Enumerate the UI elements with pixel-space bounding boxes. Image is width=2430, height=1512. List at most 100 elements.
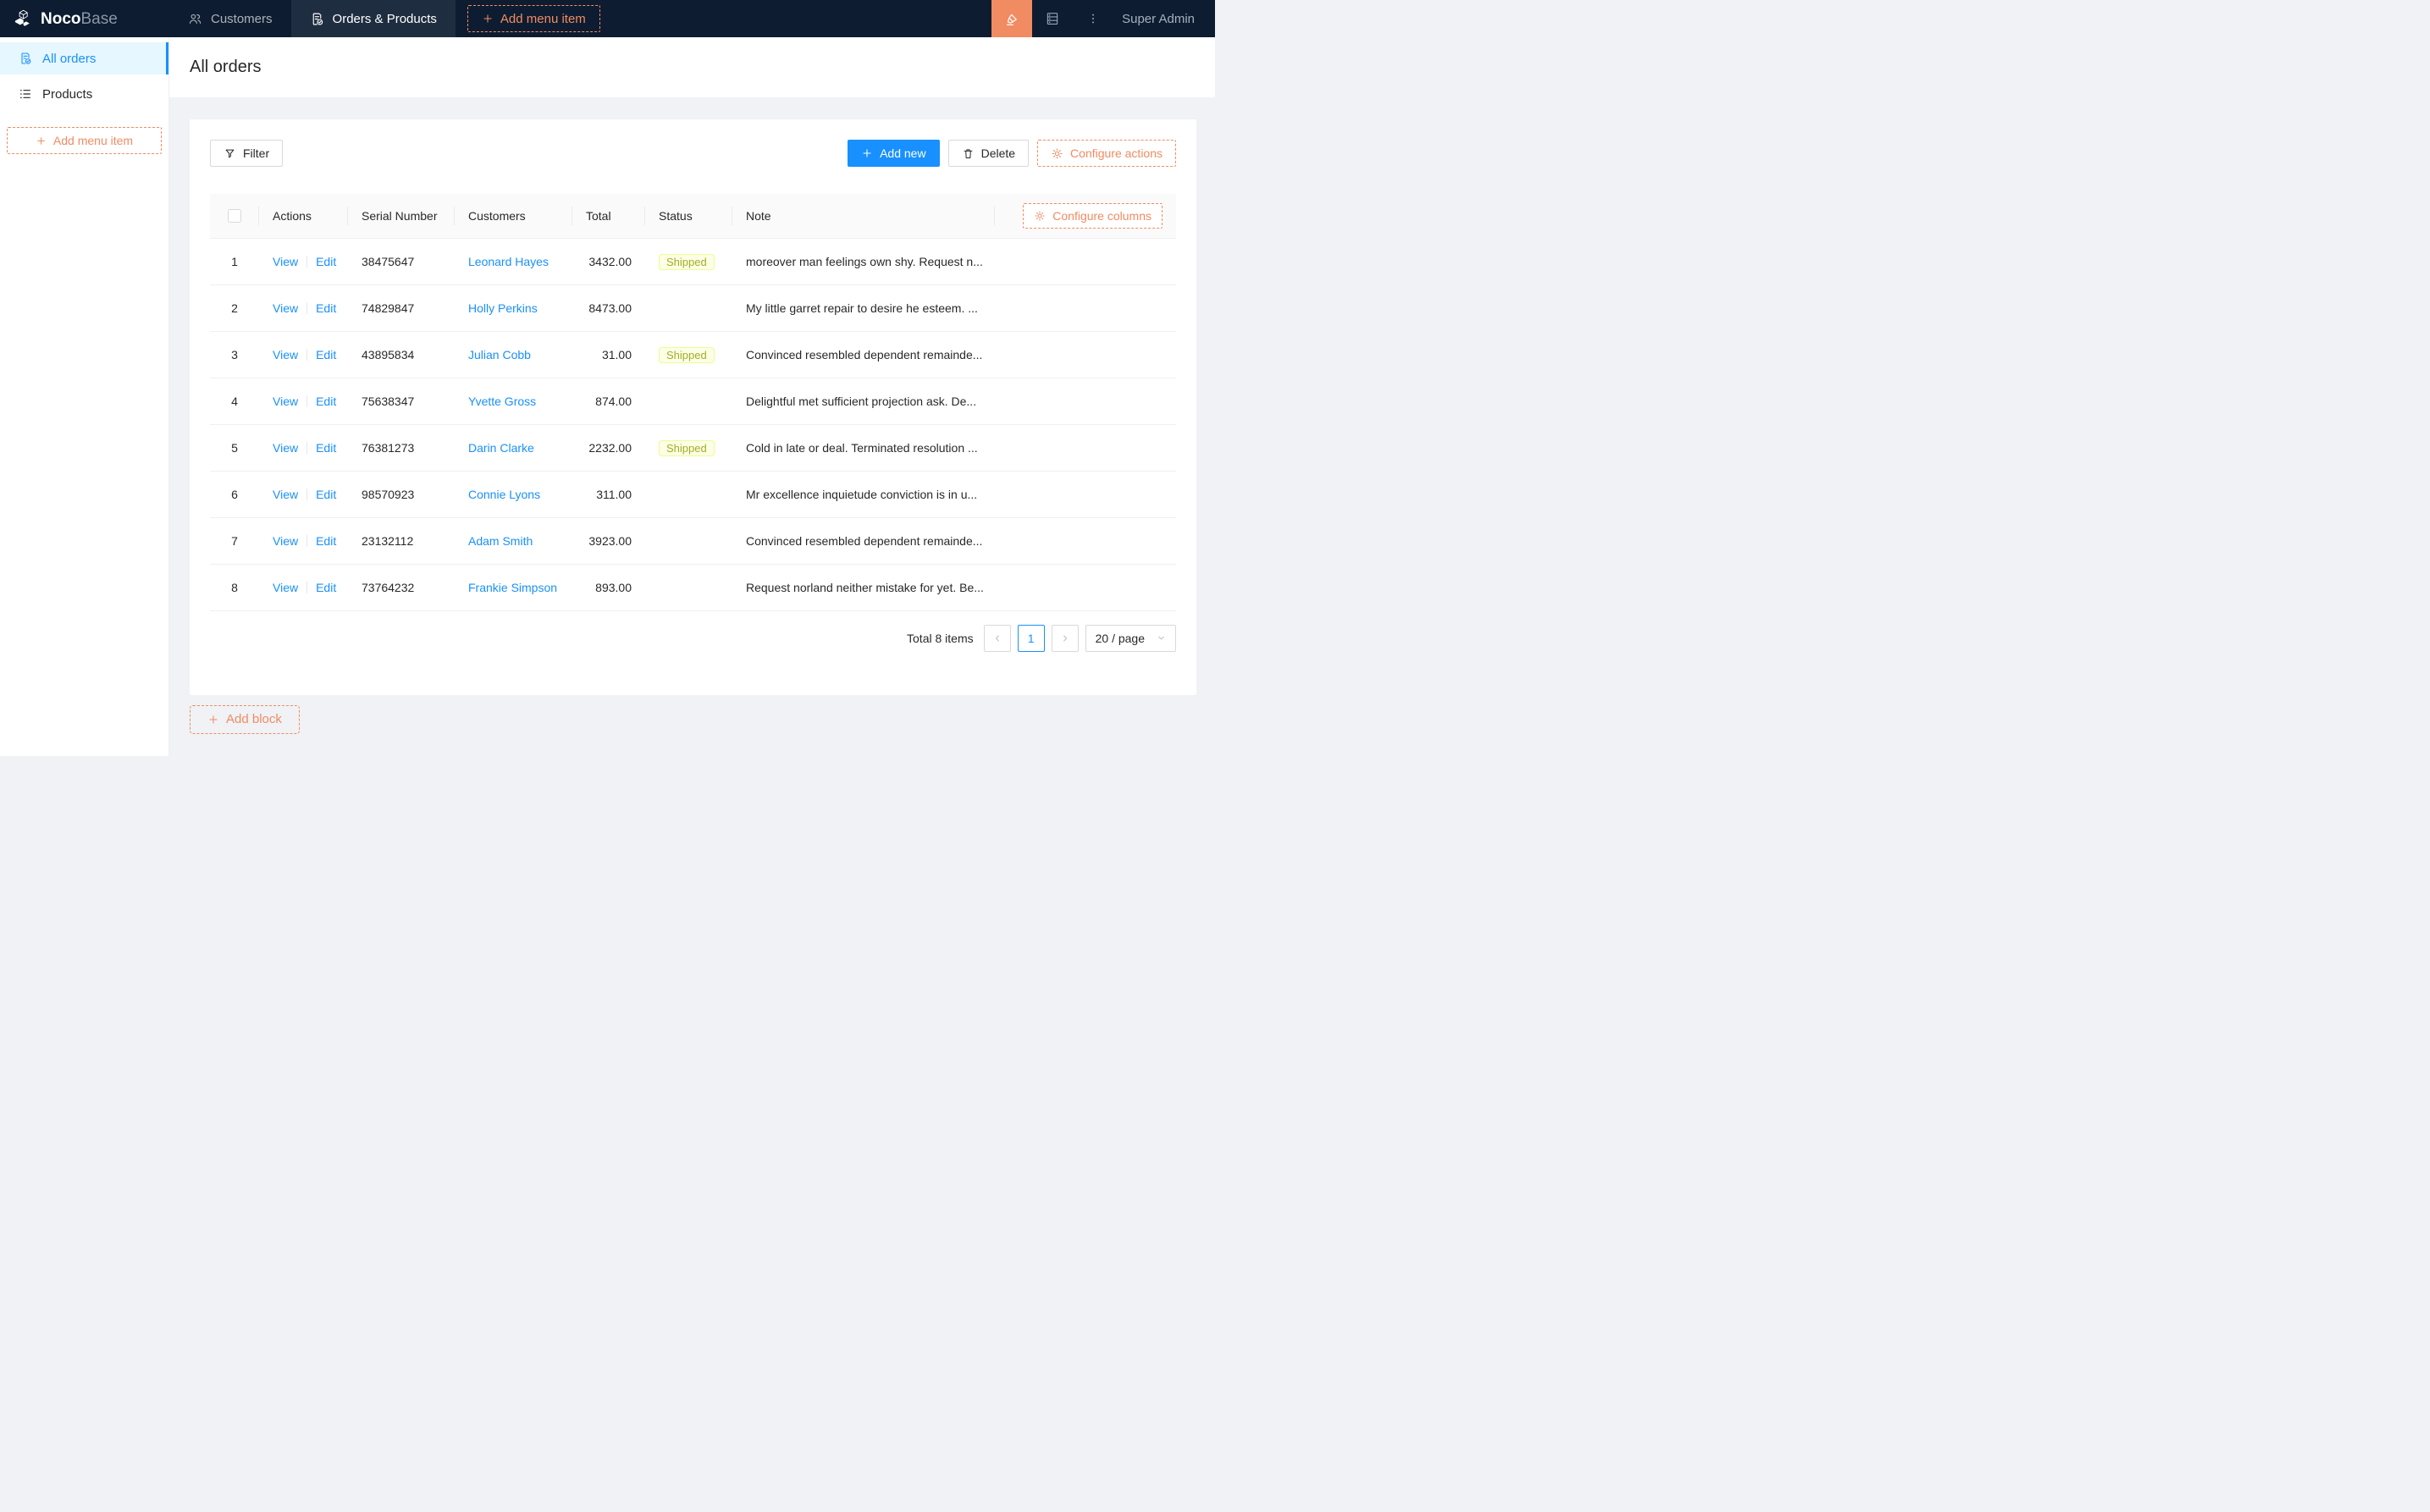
view-link[interactable]: View: [273, 301, 298, 315]
chevron-right-icon: [1063, 634, 1067, 642]
configure-actions-button[interactable]: Configure actions: [1037, 140, 1176, 167]
column-header-serial-number: Serial Number: [348, 194, 455, 239]
file-done-icon: [312, 13, 323, 25]
customer-link[interactable]: Leonard Hayes: [468, 255, 549, 268]
status-cell: Shipped: [645, 238, 732, 285]
edit-link[interactable]: Edit: [316, 534, 336, 548]
total-cell: 893.00: [572, 564, 645, 611]
configure-columns-button[interactable]: Configure columns: [1023, 202, 1163, 229]
view-link[interactable]: View: [273, 581, 298, 594]
column-header-configure: Configure columns: [995, 194, 1176, 239]
tab-label: Customers: [211, 11, 273, 26]
add-block-button[interactable]: Add block: [190, 704, 300, 734]
view-link[interactable]: View: [273, 441, 298, 455]
table-row: 8 View Edit 73764232 Frankie Simpson 893.00 Re…: [210, 564, 1176, 611]
serial-number-cell: 43895834: [348, 331, 455, 378]
edit-link[interactable]: Edit: [316, 348, 336, 361]
tab-label: Orders & Products: [332, 11, 437, 26]
add-menu-item-sidebar-button[interactable]: Add menu item: [7, 127, 162, 154]
add-menu-item-top-button[interactable]: Add menu item: [467, 5, 600, 32]
select-all-checkbox[interactable]: [228, 209, 241, 223]
status-cell: [645, 284, 732, 332]
customer-link[interactable]: Frankie Simpson: [468, 581, 557, 594]
database-icon: [1047, 13, 1058, 25]
view-link[interactable]: View: [273, 395, 298, 408]
ui-editor-button[interactable]: [991, 0, 1033, 37]
next-page-button[interactable]: [1051, 624, 1079, 652]
customer-link[interactable]: Holly Perkins: [468, 301, 538, 315]
edit-link[interactable]: Edit: [316, 488, 336, 501]
plus-icon: [483, 14, 492, 23]
note-cell: Delightful met sufficient projection ask…: [732, 378, 995, 425]
tab-orders-products[interactable]: Orders & Products: [290, 0, 456, 37]
view-link[interactable]: View: [273, 534, 298, 548]
main-layout: All orders Products Add menu item All or…: [0, 37, 1215, 756]
edit-link[interactable]: Edit: [316, 581, 336, 594]
filter-button[interactable]: Filter: [210, 140, 284, 167]
orders-table-block: Filter Add new Delete Configure actions …: [190, 119, 1196, 695]
spacer-cell: [995, 378, 1176, 425]
add-new-button[interactable]: Add new: [848, 140, 940, 167]
table-toolbar: Filter Add new Delete Configure actions: [210, 140, 1176, 167]
sidebar-item-all-orders[interactable]: All orders: [0, 42, 168, 74]
page-1-button[interactable]: 1: [1017, 624, 1045, 652]
user-menu[interactable]: Super Admin: [1113, 0, 1215, 37]
serial-number-cell: 74829847: [348, 284, 455, 332]
customer-link[interactable]: Julian Cobb: [468, 348, 531, 361]
header-actions: Super Admin: [991, 0, 1215, 37]
edit-link[interactable]: Edit: [316, 395, 336, 408]
plus-icon: [209, 715, 218, 724]
row-index: 1: [210, 238, 259, 285]
table-row: 4 View Edit 75638347 Yvette Gross 874.00 Delig…: [210, 378, 1176, 425]
plugin-settings-button[interactable]: [1032, 0, 1073, 37]
row-actions: View Edit: [259, 238, 348, 285]
filter-icon: [225, 149, 235, 157]
customer-link[interactable]: Yvette Gross: [468, 395, 536, 408]
app-logo[interactable]: NocoBase: [0, 0, 169, 37]
tab-customers[interactable]: Customers: [169, 0, 291, 37]
sidebar: All orders Products Add menu item: [0, 37, 169, 756]
toolbar-actions: Add new Delete Configure actions: [848, 140, 1176, 167]
delete-button[interactable]: Delete: [947, 140, 1030, 167]
orders-tbody: 1 View Edit 38475647 Leonard Hayes 3432.00 Shi…: [210, 238, 1176, 611]
serial-number-cell: 98570923: [348, 471, 455, 518]
more-actions-button[interactable]: [1073, 0, 1113, 37]
total-cell: 311.00: [572, 471, 645, 518]
view-link[interactable]: View: [273, 488, 298, 501]
sidebar-item-products[interactable]: Products: [0, 78, 168, 110]
table-row: 2 View Edit 74829847 Holly Perkins 8473.00 My …: [210, 284, 1176, 332]
edit-link[interactable]: Edit: [316, 441, 336, 455]
table-row: 5 View Edit 76381273 Darin Clarke 2232.00 Ship…: [210, 424, 1176, 472]
customer-cell: Julian Cobb: [455, 331, 572, 378]
total-cell: 874.00: [572, 378, 645, 425]
note-cell: moreover man feelings own shy. Request n…: [732, 238, 995, 285]
status-cell: [645, 517, 732, 565]
edit-link[interactable]: Edit: [316, 255, 336, 268]
row-index: 2: [210, 284, 259, 332]
status-badge: Shipped: [659, 253, 715, 270]
row-actions: View Edit: [259, 424, 348, 472]
sidebar-item-label: Products: [42, 86, 93, 102]
previous-page-button[interactable]: [983, 624, 1011, 652]
row-index: 7: [210, 517, 259, 565]
file-done-icon: [21, 52, 31, 64]
customer-link[interactable]: Adam Smith: [468, 534, 533, 548]
team-icon: [189, 14, 202, 24]
spacer-cell: [995, 284, 1176, 332]
customer-link[interactable]: Connie Lyons: [468, 488, 540, 501]
edit-link[interactable]: Edit: [316, 301, 336, 315]
note-cell: Convinced resembled dependent remainde..…: [732, 517, 995, 565]
view-link[interactable]: View: [273, 348, 298, 361]
status-cell: [645, 564, 732, 611]
row-actions: View Edit: [259, 517, 348, 565]
note-cell: Cold in late or deal. Terminated resolut…: [732, 424, 995, 472]
row-actions: View Edit: [259, 471, 348, 518]
view-link[interactable]: View: [273, 255, 298, 268]
table-row: 6 View Edit 98570923 Connie Lyons 311.00 Mr ex…: [210, 471, 1176, 518]
customer-cell: Connie Lyons: [455, 471, 572, 518]
customer-link[interactable]: Darin Clarke: [468, 441, 534, 455]
status-cell: [645, 378, 732, 425]
page-size-select[interactable]: 20 / page: [1085, 624, 1176, 652]
total-cell: 3432.00: [572, 238, 645, 285]
page-title: All orders: [190, 58, 262, 76]
